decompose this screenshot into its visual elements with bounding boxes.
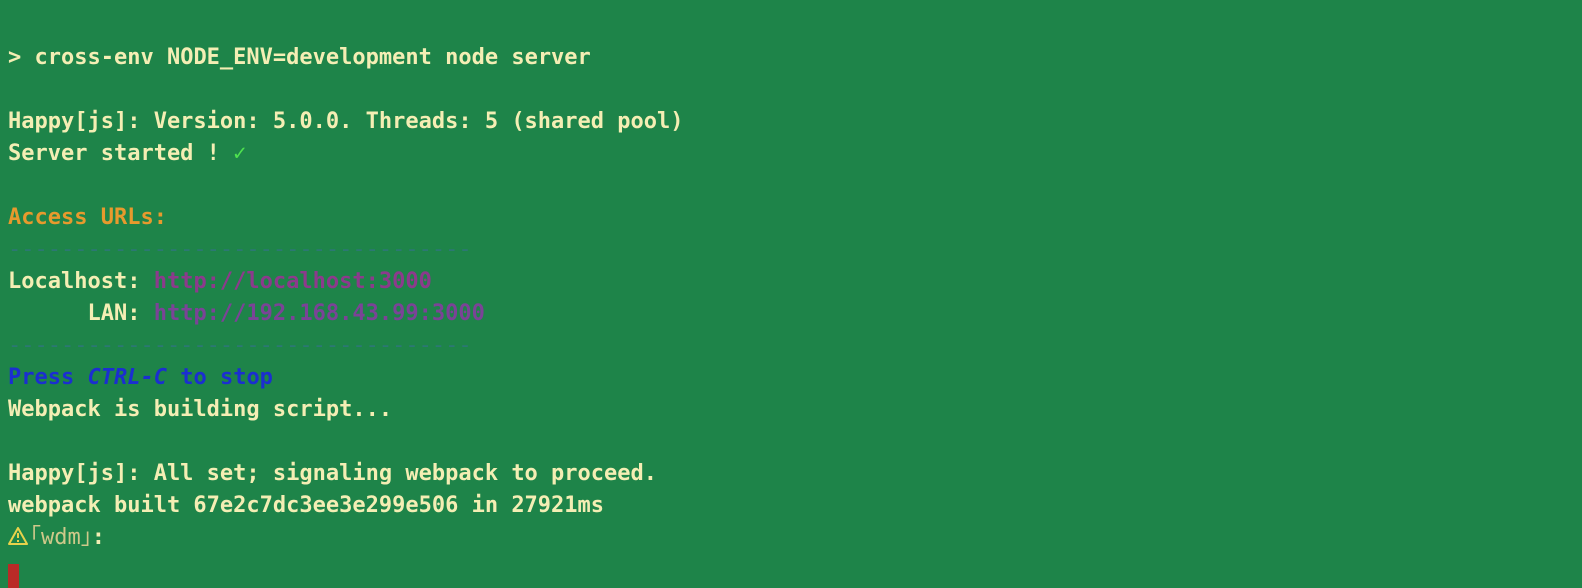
lan-label: LAN:	[8, 301, 154, 326]
access-urls-heading: Access URLs:	[8, 205, 167, 230]
lan-url: http://192.168.43.99:3000	[154, 301, 485, 326]
wdm-label: ｢wdm｣	[30, 525, 92, 550]
happy-allset-line: Happy[js]: All set; signaling webpack to…	[8, 461, 657, 486]
prompt-symbol: >	[8, 45, 35, 70]
wdm-colon: :	[92, 525, 119, 550]
divider-line: -----------------------------------	[8, 333, 472, 358]
happy-version-line: Happy[js]: Version: 5.0.0. Threads: 5 (s…	[8, 109, 684, 134]
checkmark-icon: ✓	[233, 141, 246, 166]
ctrl-c-text: CTRL-C	[87, 365, 166, 390]
webpack-built-line: webpack built 67e2c7dc3ee3e299e506 in 27…	[8, 493, 604, 518]
command-line: cross-env NODE_ENV=development node serv…	[35, 45, 591, 70]
localhost-label: Localhost:	[8, 269, 154, 294]
localhost-url: http://localhost:3000	[154, 269, 432, 294]
cursor-block	[8, 564, 19, 588]
divider-line: -----------------------------------	[8, 237, 472, 262]
press-suffix: to stop	[167, 365, 273, 390]
terminal-output[interactable]: > cross-env NODE_ENV=development node se…	[0, 0, 1582, 588]
server-started-line: Server started !	[8, 141, 233, 166]
warning-icon	[8, 527, 28, 545]
webpack-building-line: Webpack is building script...	[8, 397, 392, 422]
press-prefix: Press	[8, 365, 87, 390]
